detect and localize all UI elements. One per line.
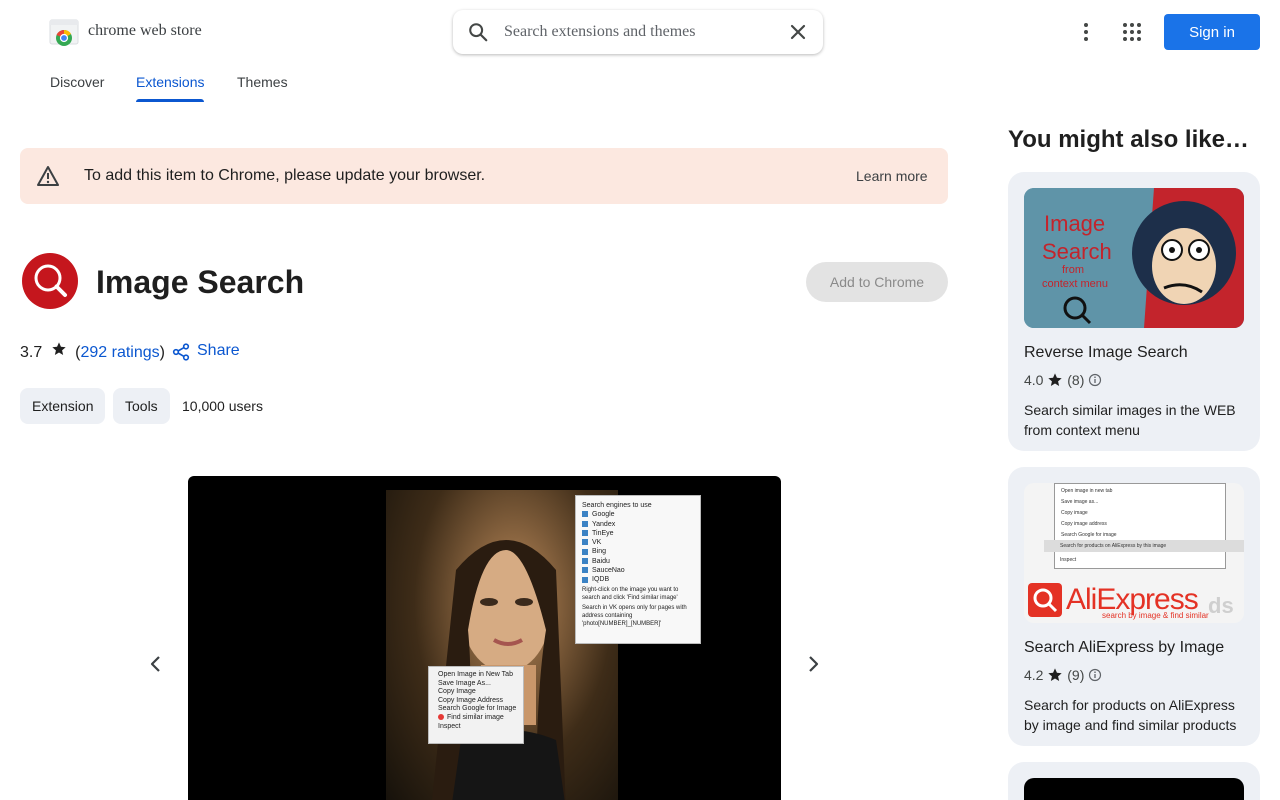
carousel-next-icon[interactable] <box>803 654 823 674</box>
search-engines-panel: Search engines to use Google Yandex TinE… <box>575 495 701 644</box>
thumb-tagline: search by image & find similar <box>1102 611 1209 620</box>
clear-search-icon[interactable] <box>788 22 808 42</box>
user-count: 10,000 users <box>182 398 263 414</box>
image-search-extension-icon <box>22 253 78 309</box>
engine-item: TinEye <box>582 530 694 537</box>
context-menu-item: Search Google for Image <box>438 705 517 713</box>
recommendation-card[interactable] <box>1008 762 1260 800</box>
update-browser-banner: To add this item to Chrome, please updat… <box>20 148 948 204</box>
star-icon <box>1048 668 1063 682</box>
google-apps-icon[interactable] <box>1120 20 1144 44</box>
red-dot-icon <box>438 714 444 721</box>
context-menu-item: Open Image in New Tab <box>438 671 513 678</box>
recommendation-card[interactable]: Image Search from context menu Reverse I… <box>1008 172 1260 451</box>
engine-item: Google <box>582 511 694 518</box>
card-rating: 4.0 (8) <box>1024 371 1102 388</box>
context-menu-highlight: Find similar image <box>438 714 514 721</box>
sidebar-title: You might also like… <box>1008 126 1249 153</box>
card-thumbnail <box>1024 778 1244 800</box>
tab-extensions[interactable]: Extensions <box>136 74 205 102</box>
rating-summary: 3.7 (292 ratings) <box>20 341 165 363</box>
engine-item: VK <box>582 539 694 546</box>
extension-title: Image Search <box>96 264 305 300</box>
share-label: Share <box>197 342 240 359</box>
thumb-menu-item: Open image in new tab <box>1061 488 1113 494</box>
share-icon <box>172 343 190 361</box>
thumb-text: Image <box>1044 211 1106 236</box>
thumb-menu-item: Save image as... <box>1061 499 1099 505</box>
tab-themes[interactable]: Themes <box>237 74 288 90</box>
context-menu-mock: Open Image in New Tab Save Image As... C… <box>428 666 524 744</box>
card-rating-value: 4.2 <box>1024 667 1044 684</box>
card-rating-count: (9) <box>1067 667 1085 684</box>
card-rating-value: 4.0 <box>1024 372 1044 389</box>
more-options-icon[interactable] <box>1074 20 1098 44</box>
warning-icon <box>37 166 59 186</box>
thumb-menu-item: Copy image <box>1061 510 1088 516</box>
card-rating-count: (8) <box>1067 372 1085 389</box>
search-icon[interactable] <box>467 21 489 43</box>
thumb-menu: Open image in new tab Save image as... C… <box>1054 483 1226 569</box>
context-menu-item: Copy Image <box>438 688 476 696</box>
engine-item: Yandex <box>582 521 694 528</box>
recommendation-card[interactable]: Open image in new tab Save image as... C… <box>1008 467 1260 746</box>
rating-value: 3.7 <box>20 343 43 361</box>
search-input[interactable] <box>504 22 774 42</box>
store-name[interactable]: chrome web store <box>88 22 202 40</box>
banner-message: To add this item to Chrome, please updat… <box>84 167 486 184</box>
engine-item: Baidu <box>582 558 694 565</box>
context-menu-item: Save Image As... <box>438 679 491 687</box>
info-icon[interactable] <box>1088 668 1102 682</box>
tab-discover[interactable]: Discover <box>50 74 104 90</box>
engine-item: IQDB <box>582 576 694 583</box>
star-icon <box>1048 373 1063 387</box>
thumb-text: context menu <box>1042 278 1109 290</box>
card-thumbnail: Image Search from context menu <box>1024 188 1244 328</box>
chip-extension[interactable]: Extension <box>20 388 106 424</box>
thumb-highlight: Search for products on AliExpress by thi… <box>1044 540 1244 552</box>
aliexpress-search-icon <box>1028 583 1062 617</box>
carousel-prev-icon[interactable] <box>146 654 166 674</box>
chip-tools[interactable]: Tools <box>113 388 170 424</box>
star-icon <box>52 342 66 355</box>
ratings-count-link[interactable]: 292 ratings <box>80 344 159 362</box>
thumb-text: Search <box>1042 239 1112 264</box>
search-box[interactable] <box>453 10 823 54</box>
card-thumbnail: Open image in new tab Save image as... C… <box>1024 483 1244 623</box>
paren-close: ) <box>159 343 165 361</box>
engine-item: SauceNao <box>582 567 694 574</box>
card-description: Search for products on AliExpress by ima… <box>1024 697 1237 733</box>
info-icon[interactable] <box>1088 373 1102 387</box>
panel-title: Search engines to use <box>582 502 652 509</box>
card-rating: 4.2 (9) <box>1024 666 1102 683</box>
chrome-web-store-logo-icon[interactable] <box>49 18 79 46</box>
card-name: Reverse Image Search <box>1024 344 1188 361</box>
card-name: Search AliExpress by Image <box>1024 639 1225 656</box>
thumb-inspect: Inspect <box>1060 557 1077 563</box>
thumb-ds: ds <box>1208 593 1234 618</box>
learn-more-link[interactable]: Learn more <box>856 168 928 184</box>
thumb-menu-item: Copy image address <box>1061 521 1107 527</box>
context-menu-item: Copy Image Address <box>438 696 503 704</box>
panel-note: Search in VK opens only for pages with a… <box>582 604 687 627</box>
sign-in-button[interactable]: Sign in <box>1164 14 1260 50</box>
thumb-text: from <box>1062 264 1084 276</box>
top-bar: chrome web store Sign in <box>0 0 1280 64</box>
card-description: Search similar images in the WEB from co… <box>1024 402 1236 438</box>
add-to-chrome-button[interactable]: Add to Chrome <box>806 262 948 302</box>
engine-item: Bing <box>582 548 694 555</box>
screenshot-carousel[interactable]: Search engines to use Google Yandex TinE… <box>188 476 781 800</box>
panel-note: Right-click on the image you want to sea… <box>582 586 679 601</box>
context-menu-item: Inspect <box>438 722 461 730</box>
